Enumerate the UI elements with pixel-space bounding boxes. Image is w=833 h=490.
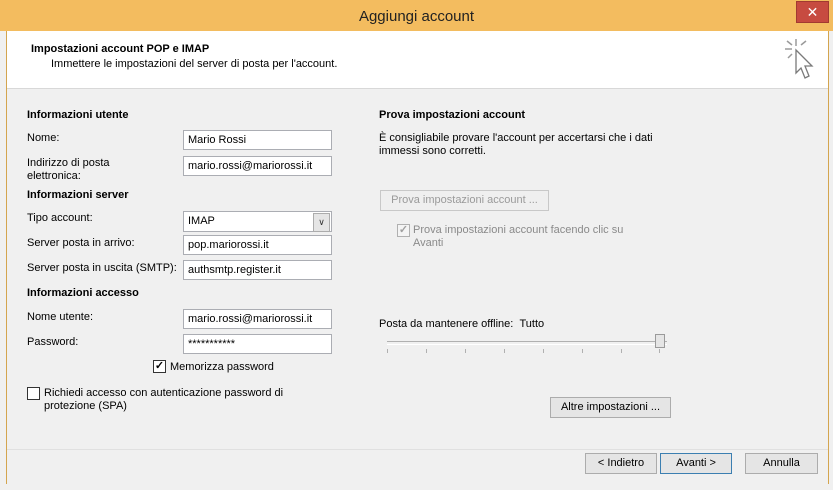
header-title: Impostazioni account POP e IMAP — [31, 43, 210, 55]
username-label: Nome utente: — [27, 311, 94, 323]
close-button[interactable]: ✕ — [796, 1, 829, 23]
remember-password-checkbox[interactable]: ✓ — [153, 360, 166, 373]
test-settings-button[interactable]: Prova impostazioni account ... — [380, 190, 549, 211]
slider-tick — [465, 349, 466, 353]
incoming-server-label: Server posta in arrivo: — [27, 237, 135, 249]
password-label: Password: — [27, 336, 79, 348]
slider-tick — [387, 349, 388, 353]
dialog-body: Impostazioni account POP e IMAP Immetter… — [6, 31, 829, 484]
name-field[interactable]: Mario Rossi — [183, 130, 332, 150]
username-field[interactable]: mario.rossi@mariorossi.it — [183, 309, 332, 329]
cursor-click-icon — [785, 39, 814, 79]
checkmark-icon: ✓ — [398, 224, 409, 236]
server-info-heading: Informazioni server — [27, 189, 129, 201]
remember-password-label: Memorizza password — [170, 361, 274, 373]
slider-tick — [426, 349, 427, 353]
access-info-heading: Informazioni accesso — [27, 287, 139, 299]
offline-slider-track[interactable] — [387, 341, 667, 345]
slider-tick — [543, 349, 544, 353]
test-settings-description: È consigliabile provare l'account per ac… — [379, 132, 653, 157]
slider-tick — [621, 349, 622, 353]
password-field[interactable]: *********** — [183, 334, 332, 354]
account-type-value: IMAP — [188, 215, 215, 227]
test-settings-heading: Prova impostazioni account — [379, 109, 526, 121]
slider-tick — [659, 349, 660, 353]
cancel-button[interactable]: Annulla — [745, 453, 818, 474]
dialog-header: Impostazioni account POP e IMAP Immetter… — [7, 31, 828, 89]
email-field[interactable]: mario.rossi@mariorossi.it — [183, 156, 332, 176]
window-title: Aggiungi account — [358, 8, 475, 25]
more-settings-button[interactable]: Altre impostazioni ... — [550, 397, 671, 418]
header-subtitle: Immettere le impostazioni del server di … — [51, 58, 338, 70]
offline-mail-label: Posta da mantenere offline: Tutto — [379, 318, 545, 330]
auto-test-checkbox[interactable]: ✓ — [397, 224, 410, 237]
slider-tick — [504, 349, 505, 353]
back-button[interactable]: < Indietro — [585, 453, 657, 474]
name-label: Nome: — [27, 132, 60, 144]
incoming-server-field[interactable]: pop.mariorossi.it — [183, 235, 332, 255]
offline-slider-thumb[interactable] — [655, 334, 665, 348]
auto-test-label: Prova impostazioni account facendo clic … — [413, 224, 624, 249]
next-button[interactable]: Avanti > — [660, 453, 732, 474]
offline-mail-value: Tutto — [519, 318, 545, 330]
account-type-select[interactable]: IMAP ∨ — [183, 211, 332, 232]
user-info-heading: Informazioni utente — [27, 109, 129, 121]
email-label: Indirizzo di posta elettronica: — [27, 157, 110, 182]
spa-label: Richiedi accesso con autenticazione pass… — [44, 387, 284, 412]
footer-divider — [7, 449, 828, 450]
outgoing-server-label: Server posta in uscita (SMTP): — [27, 262, 177, 274]
chevron-down-icon[interactable]: ∨ — [313, 213, 330, 232]
checkmark-icon: ✓ — [154, 360, 165, 372]
close-icon: ✕ — [806, 4, 819, 20]
spa-checkbox[interactable] — [27, 387, 40, 400]
outgoing-server-field[interactable]: authsmtp.register.it — [183, 260, 332, 280]
slider-tick — [582, 349, 583, 353]
account-type-label: Tipo account: — [27, 212, 93, 224]
